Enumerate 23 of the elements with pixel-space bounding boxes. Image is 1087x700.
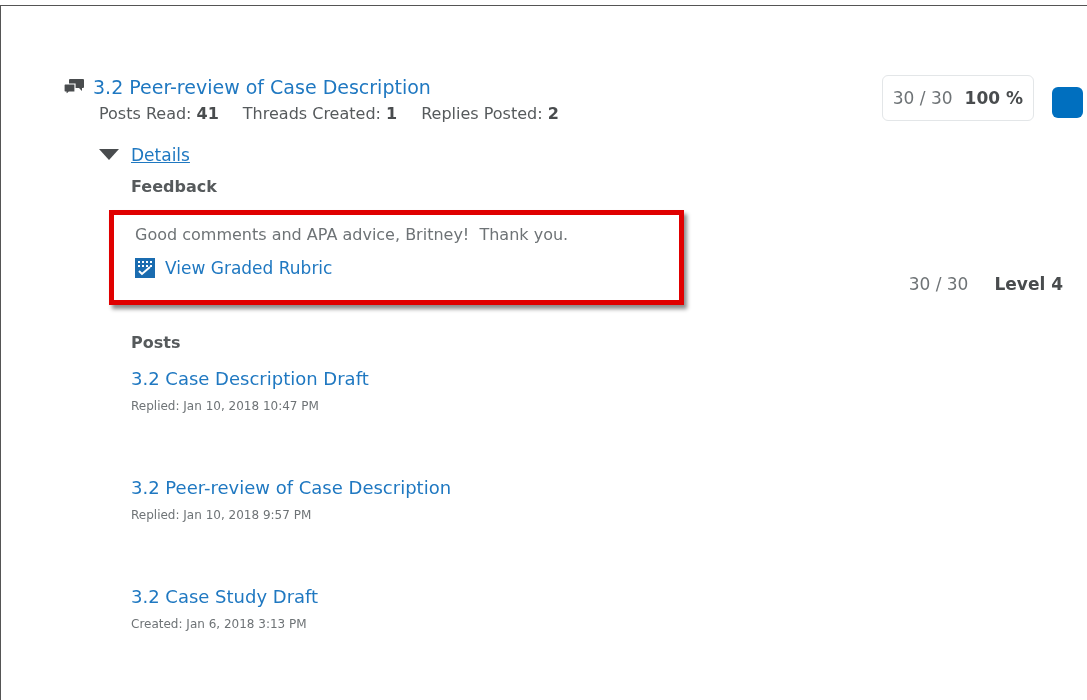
discussion-icon bbox=[63, 78, 85, 96]
topic-title-link[interactable]: 3.2 Peer-review of Case Description bbox=[93, 76, 431, 98]
details-link[interactable]: Details bbox=[131, 145, 190, 165]
stat-text: Posts Read: 41 bbox=[99, 104, 219, 123]
rubric-level: Level 4 bbox=[994, 274, 1063, 294]
post-link[interactable]: 3.2 Case Description Draft bbox=[131, 368, 1087, 389]
stat-text: Threads Created: 1 bbox=[242, 104, 398, 123]
stat-text: Replies Posted: 2 bbox=[421, 104, 559, 123]
post-date: Replied: Jan 10, 2018 9:57 PM bbox=[131, 508, 313, 522]
post-date: Replied: Jan 10, 2018 10:47 PM bbox=[131, 399, 320, 413]
rubric-link[interactable]: View Graded Rubric bbox=[135, 258, 333, 278]
posts-heading: Posts bbox=[131, 333, 182, 352]
status-badge bbox=[1052, 87, 1083, 118]
post-link[interactable]: 3.2 Case Study Draft bbox=[131, 586, 1087, 607]
rubric-points: 30 / 30 bbox=[908, 274, 969, 294]
score-percent: 100 % bbox=[964, 88, 1023, 108]
caret-down-icon[interactable] bbox=[99, 149, 119, 161]
feedback-text: Good comments and APA advice, Britney! Thank you. bbox=[135, 225, 570, 244]
post-date: Created: Jan 6, 2018 3:13 PM bbox=[131, 617, 308, 631]
rubric-icon bbox=[135, 258, 155, 278]
feedback-heading: Feedback bbox=[131, 177, 218, 196]
score-points: 30 / 30 bbox=[892, 88, 953, 108]
post-link[interactable]: 3.2 Peer-review of Case Description bbox=[131, 477, 1087, 498]
